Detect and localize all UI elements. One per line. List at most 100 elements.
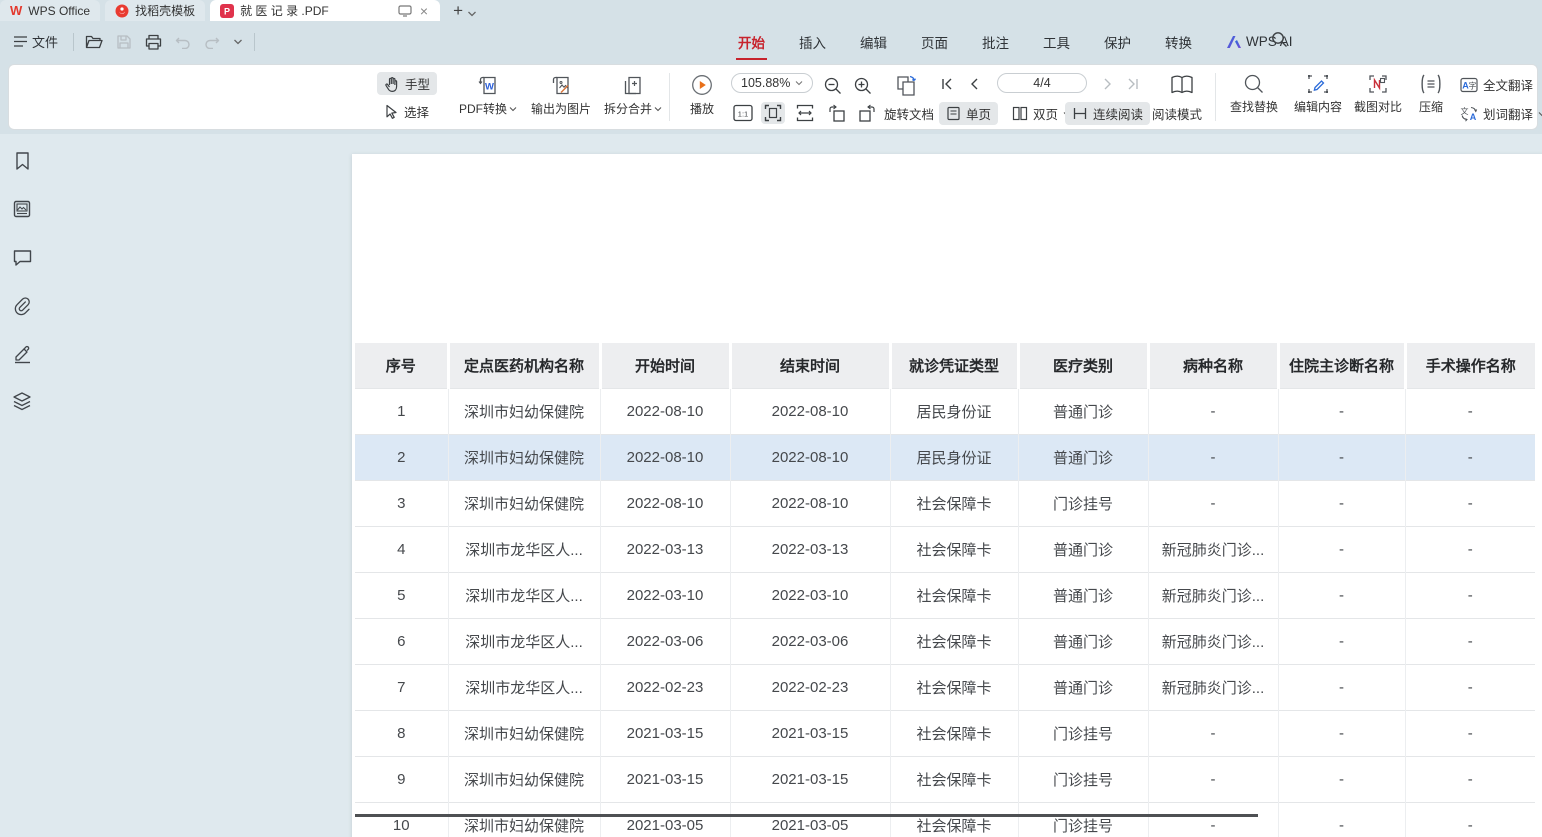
export-image-label: 输出为图片	[531, 100, 591, 117]
table-cell: -	[1405, 435, 1535, 481]
search-icon[interactable]	[1271, 31, 1288, 48]
menu-批注[interactable]: 批注	[980, 28, 1011, 56]
table-cell: -	[1278, 619, 1405, 665]
print-icon[interactable]	[143, 32, 164, 52]
select-tool-button[interactable]: 选择	[377, 100, 436, 123]
play-button[interactable]: 播放	[677, 73, 727, 117]
table-cell: -	[1148, 389, 1278, 435]
rotate-doc-label: 旋转文档	[884, 104, 934, 123]
monitor-icon[interactable]	[398, 5, 412, 17]
column-header: 医疗类别	[1018, 343, 1148, 389]
continuous-read-button[interactable]: 连续阅读	[1065, 102, 1150, 125]
table-cell: -	[1148, 435, 1278, 481]
file-menu-button[interactable]: 文件	[8, 29, 64, 54]
edit-content-button[interactable]: 编辑内容	[1287, 73, 1349, 115]
thumbnail-icon[interactable]	[9, 196, 35, 222]
table-row: 2深圳市妇幼保健院2022-08-102022-08-10居民身份证普通门诊--…	[355, 435, 1535, 481]
prev-page-icon[interactable]	[965, 75, 983, 93]
table-cell: 深圳市妇幼保健院	[448, 803, 600, 837]
word-translate-icon: 文A	[1460, 105, 1478, 122]
cursor-icon	[384, 104, 399, 119]
medical-records-table: 序号定点医药机构名称开始时间结束时间就诊凭证类型医疗类别病种名称住院主诊断名称手…	[355, 343, 1535, 837]
next-page-icon[interactable]	[1099, 75, 1117, 93]
read-mode-button[interactable]: 阅读模式	[1149, 102, 1205, 125]
compress-button[interactable]: 压缩	[1409, 73, 1453, 115]
undo-icon[interactable]	[173, 33, 193, 51]
full-translate-button[interactable]: A字 全文翻译	[1457, 73, 1536, 96]
screenshot-compare-button[interactable]: 截图对比	[1347, 73, 1409, 115]
quick-tools: 文件	[8, 21, 255, 62]
pdf-convert-button[interactable]: W PDF转换	[451, 73, 525, 117]
hand-tool-button[interactable]: 手型	[377, 72, 437, 95]
docer-icon	[115, 4, 129, 18]
bookmark-icon[interactable]	[9, 148, 35, 174]
layers-icon[interactable]	[9, 388, 35, 414]
pdf-page[interactable]: 序号定点医药机构名称开始时间结束时间就诊凭证类型医疗类别病种名称住院主诊断名称手…	[352, 154, 1542, 837]
table-cell: 社会保障卡	[890, 619, 1018, 665]
table-cell: 新冠肺炎门诊...	[1148, 527, 1278, 573]
close-icon[interactable]: ×	[418, 4, 430, 18]
table-cell: 门诊挂号	[1018, 481, 1148, 527]
fit-page-icon[interactable]	[761, 102, 785, 124]
find-replace-icon	[1243, 73, 1265, 95]
fit-width-icon[interactable]	[793, 102, 817, 124]
find-replace-button[interactable]: 查找替换	[1223, 73, 1285, 115]
annotate-pen-icon[interactable]	[9, 340, 35, 366]
table-row: 9深圳市妇幼保健院2021-03-152021-03-15社会保障卡门诊挂号--…	[355, 757, 1535, 803]
export-image-button[interactable]: 输出为图片	[523, 73, 599, 117]
tab-list-chevron-icon[interactable]	[467, 10, 477, 18]
menu-保护[interactable]: 保护	[1102, 28, 1133, 56]
actual-size-icon[interactable]: 1:1	[731, 102, 755, 124]
zoom-in-icon[interactable]	[851, 74, 875, 98]
zoom-out-icon[interactable]	[821, 74, 845, 98]
table-cell: 社会保障卡	[890, 803, 1018, 837]
tab-就-医-记-录-.pdf[interactable]: P 就 医 记 录 .PDF ×	[210, 0, 440, 21]
page-number-input[interactable]: 4/4	[997, 73, 1087, 93]
table-cell: 普通门诊	[1018, 665, 1148, 711]
split-merge-button[interactable]: 拆分合并	[597, 73, 669, 117]
menu-页面[interactable]: 页面	[919, 28, 950, 56]
attachment-icon[interactable]	[9, 292, 35, 318]
double-page-icon	[1012, 106, 1028, 121]
table-cell: -	[1405, 389, 1535, 435]
tab-wps-office[interactable]: WWPS Office	[0, 0, 100, 21]
pdf-icon: P	[220, 4, 234, 18]
menu-插入[interactable]: 插入	[797, 28, 828, 56]
tab-找稻壳模板[interactable]: 找稻壳模板	[105, 0, 205, 21]
table-cell: -	[1278, 711, 1405, 757]
table-cell: 深圳市龙华区人...	[448, 573, 600, 619]
read-mode-icon[interactable]	[1167, 71, 1197, 99]
rotate-right-icon[interactable]	[855, 102, 879, 125]
more-tools-chevron-icon[interactable]	[231, 36, 245, 48]
first-page-icon[interactable]	[937, 75, 957, 93]
menu-开始[interactable]: 开始	[736, 28, 767, 56]
save-icon[interactable]	[114, 32, 134, 52]
table-cell: 社会保障卡	[890, 481, 1018, 527]
redo-icon[interactable]	[202, 33, 222, 51]
svg-text:A: A	[1470, 112, 1477, 122]
table-row: 3深圳市妇幼保健院2022-08-102022-08-10社会保障卡门诊挂号--…	[355, 481, 1535, 527]
full-translate-icon: A字	[1460, 77, 1478, 93]
rotate-pages-icon[interactable]	[891, 71, 921, 101]
table-bottom-border	[355, 814, 1258, 817]
menu-工具[interactable]: 工具	[1041, 28, 1072, 56]
menu-编辑[interactable]: 编辑	[858, 28, 889, 56]
table-cell: 新冠肺炎门诊...	[1148, 665, 1278, 711]
table-cell: 2022-08-10	[600, 435, 730, 481]
last-page-icon[interactable]	[1123, 75, 1143, 93]
open-folder-icon[interactable]	[83, 32, 105, 52]
comment-icon[interactable]	[9, 244, 35, 270]
menu-转换[interactable]: 转换	[1163, 28, 1194, 56]
word-translate-button[interactable]: 文A 划词翻译	[1457, 102, 1542, 125]
tab-bar: WWPS Office找稻壳模板 P 就 医 记 录 .PDF × +	[0, 0, 1542, 21]
new-tab-button[interactable]: +	[453, 2, 463, 19]
single-page-button[interactable]: 单页	[939, 102, 998, 125]
menu-label: 保护	[1104, 32, 1131, 52]
zoom-level-select[interactable]: 105.88%	[731, 73, 813, 93]
tab-label: 就 医 记 录 .PDF	[240, 2, 392, 19]
table-cell: -	[1405, 757, 1535, 803]
rotate-doc-button[interactable]: 旋转文档	[881, 102, 937, 125]
rotate-left-icon[interactable]	[825, 102, 849, 125]
table-cell: -	[1148, 481, 1278, 527]
word-translate-label: 划词翻译	[1483, 104, 1533, 123]
